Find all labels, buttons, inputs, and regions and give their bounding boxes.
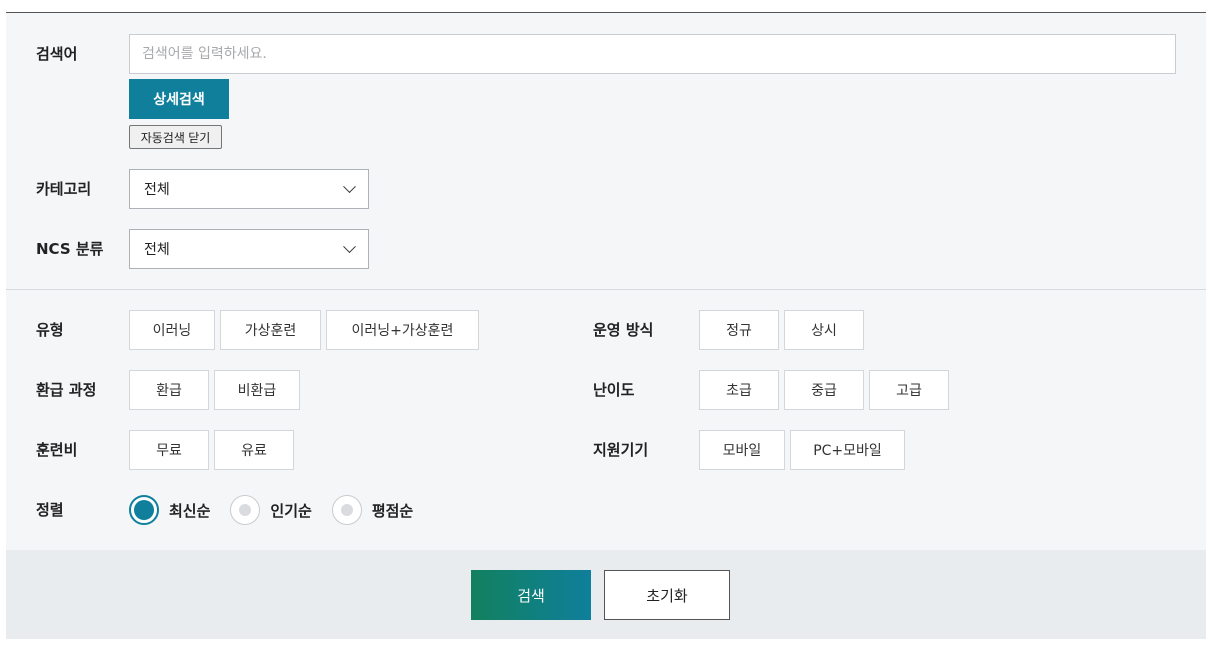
category-label: 카테고리 bbox=[36, 180, 92, 198]
difficulty-option-beginner[interactable]: 초급 bbox=[699, 370, 779, 410]
ncs-selected-value: 전체 bbox=[144, 242, 170, 258]
fee-options: 무료 유료 bbox=[129, 430, 294, 470]
radio-selected-icon[interactable] bbox=[129, 495, 159, 525]
type-option-virtual[interactable]: 가상훈련 bbox=[220, 310, 321, 350]
ncs-label: NCS 분류 bbox=[36, 240, 104, 258]
radio-unselected-icon[interactable] bbox=[230, 495, 261, 525]
difficulty-option-advanced[interactable]: 고급 bbox=[869, 370, 949, 410]
sort-option-popular[interactable]: 인기순 bbox=[230, 495, 312, 525]
sort-option-latest-label: 최신순 bbox=[169, 501, 211, 520]
sort-option-rating[interactable]: 평점순 bbox=[331, 495, 414, 525]
type-option-both[interactable]: 이러닝+가상훈련 bbox=[326, 310, 479, 350]
auto-search-close-button[interactable]: 자동검색 닫기 bbox=[129, 125, 222, 149]
divider bbox=[6, 289, 1206, 290]
action-bar: 검색 초기화 bbox=[6, 550, 1206, 639]
chevron-down-icon bbox=[343, 239, 356, 253]
refund-option-no[interactable]: 비환급 bbox=[214, 370, 300, 410]
search-label: 검색어 bbox=[36, 45, 78, 63]
category-selected-value: 전체 bbox=[144, 182, 170, 198]
ncs-select[interactable]: 전체 bbox=[129, 229, 369, 269]
device-option-pc-mobile[interactable]: PC+모바일 bbox=[790, 430, 905, 470]
fee-label: 훈련비 bbox=[36, 441, 78, 459]
radio-unselected-icon[interactable] bbox=[331, 495, 362, 525]
device-label: 지원기기 bbox=[593, 441, 649, 459]
sort-option-rating-label: 평점순 bbox=[371, 501, 414, 520]
fee-option-paid[interactable]: 유료 bbox=[214, 430, 294, 470]
operation-option-always[interactable]: 상시 bbox=[784, 310, 864, 350]
detail-search-button[interactable]: 상세검색 bbox=[129, 79, 229, 119]
sort-option-popular-label: 인기순 bbox=[270, 501, 312, 520]
type-options: 이러닝 가상훈련 이러닝+가상훈련 bbox=[129, 310, 479, 350]
difficulty-option-intermediate[interactable]: 중급 bbox=[784, 370, 864, 410]
sort-label: 정렬 bbox=[36, 501, 64, 519]
search-submit-button[interactable]: 검색 bbox=[471, 570, 591, 620]
fee-option-free[interactable]: 무료 bbox=[129, 430, 209, 470]
difficulty-label: 난이도 bbox=[593, 381, 635, 399]
category-select[interactable]: 전체 bbox=[129, 169, 369, 209]
operation-option-regular[interactable]: 정규 bbox=[699, 310, 779, 350]
device-option-mobile[interactable]: 모바일 bbox=[699, 430, 785, 470]
search-filter-panel: 검색어 상세검색 자동검색 닫기 카테고리 전체 NCS 분류 전체 유형 이러… bbox=[6, 12, 1206, 639]
device-options: 모바일 PC+모바일 bbox=[699, 430, 905, 470]
type-option-elearning[interactable]: 이러닝 bbox=[129, 310, 215, 350]
difficulty-options: 초급 중급 고급 bbox=[699, 370, 949, 410]
refund-label: 환급 과정 bbox=[36, 381, 97, 399]
search-input[interactable] bbox=[129, 34, 1176, 74]
sort-options: 최신순 인기순 평점순 bbox=[129, 495, 433, 525]
chevron-down-icon bbox=[343, 179, 356, 193]
operation-options: 정규 상시 bbox=[699, 310, 864, 350]
reset-button[interactable]: 초기화 bbox=[604, 570, 730, 620]
refund-option-yes[interactable]: 환급 bbox=[129, 370, 209, 410]
refund-options: 환급 비환급 bbox=[129, 370, 300, 410]
type-label: 유형 bbox=[36, 321, 64, 339]
sort-option-latest[interactable]: 최신순 bbox=[129, 495, 210, 525]
operation-label: 운영 방식 bbox=[593, 321, 654, 339]
